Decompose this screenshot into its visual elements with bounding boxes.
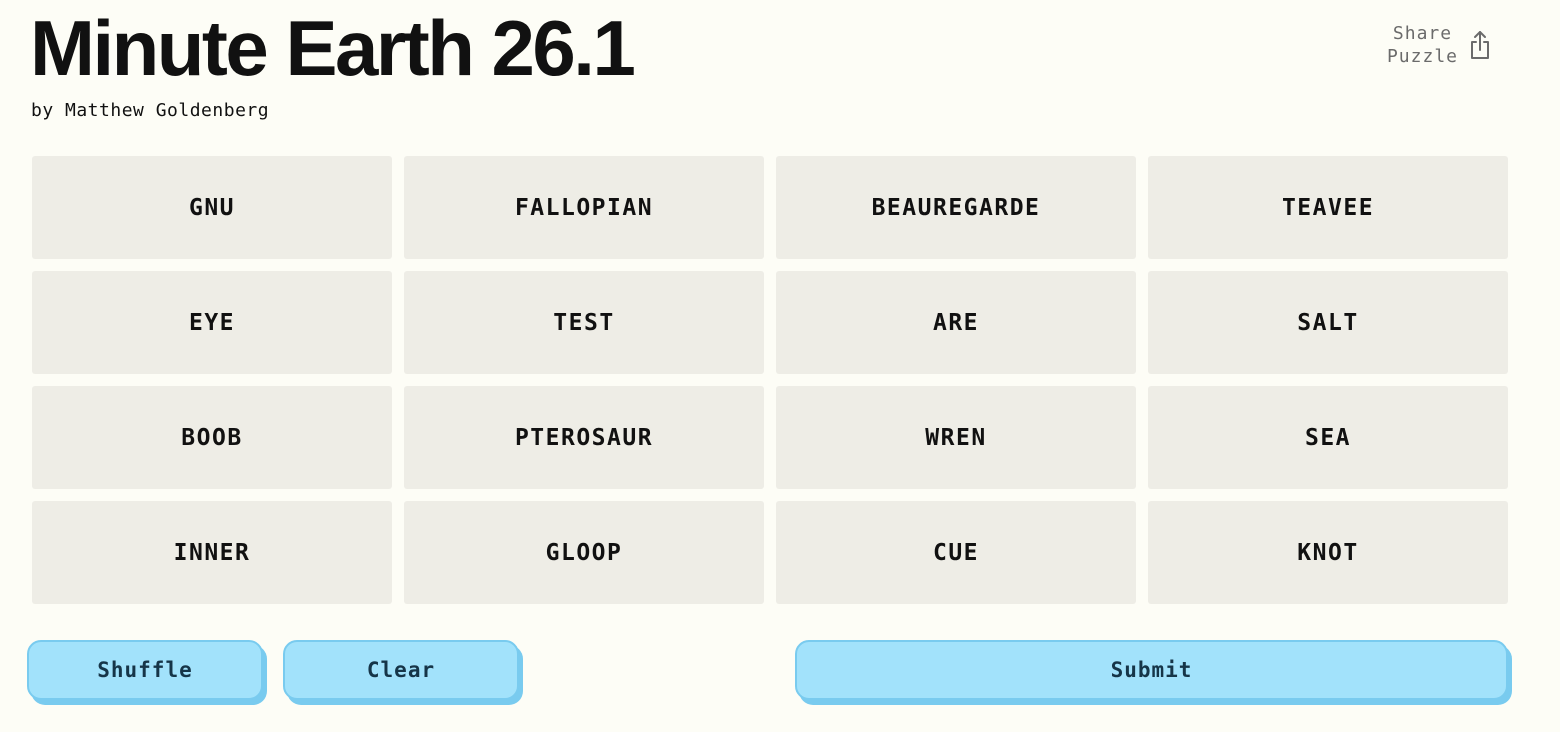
word-tile[interactable]: KNOT xyxy=(1148,501,1508,604)
word-tile[interactable]: WREN xyxy=(776,386,1136,489)
word-tile[interactable]: BEAUREGARDE xyxy=(776,156,1136,259)
word-tile[interactable]: INNER xyxy=(32,501,392,604)
word-tile[interactable]: GLOOP xyxy=(404,501,764,604)
word-tile[interactable]: BOOB xyxy=(32,386,392,489)
share-puzzle-label: Share Puzzle xyxy=(1387,22,1458,68)
word-tile[interactable]: EYE xyxy=(32,271,392,374)
word-grid: GNU FALLOPIAN BEAUREGARDE TEAVEE EYE TES… xyxy=(32,156,1510,604)
clear-button[interactable]: Clear xyxy=(283,640,519,700)
share-label-line1: Share xyxy=(1392,23,1453,44)
share-label-line2: Puzzle xyxy=(1386,46,1458,67)
word-tile[interactable]: PTEROSAUR xyxy=(404,386,764,489)
share-icon xyxy=(1468,30,1492,60)
word-tile[interactable]: TEST xyxy=(404,271,764,374)
word-tile[interactable]: ARE xyxy=(776,271,1136,374)
word-tile[interactable]: GNU xyxy=(32,156,392,259)
word-tile[interactable]: CUE xyxy=(776,501,1136,604)
shuffle-button[interactable]: Shuffle xyxy=(27,640,263,700)
word-tile[interactable]: TEAVEE xyxy=(1148,156,1508,259)
submit-button[interactable]: Submit xyxy=(795,640,1508,700)
word-tile[interactable]: FALLOPIAN xyxy=(404,156,764,259)
author-byline: by Matthew Goldenberg xyxy=(31,100,270,121)
word-tile[interactable]: SALT xyxy=(1148,271,1508,374)
share-puzzle-button[interactable]: Share Puzzle xyxy=(1387,22,1492,68)
page-title: Minute Earth 26.1 xyxy=(30,4,636,92)
word-tile[interactable]: SEA xyxy=(1148,386,1508,489)
